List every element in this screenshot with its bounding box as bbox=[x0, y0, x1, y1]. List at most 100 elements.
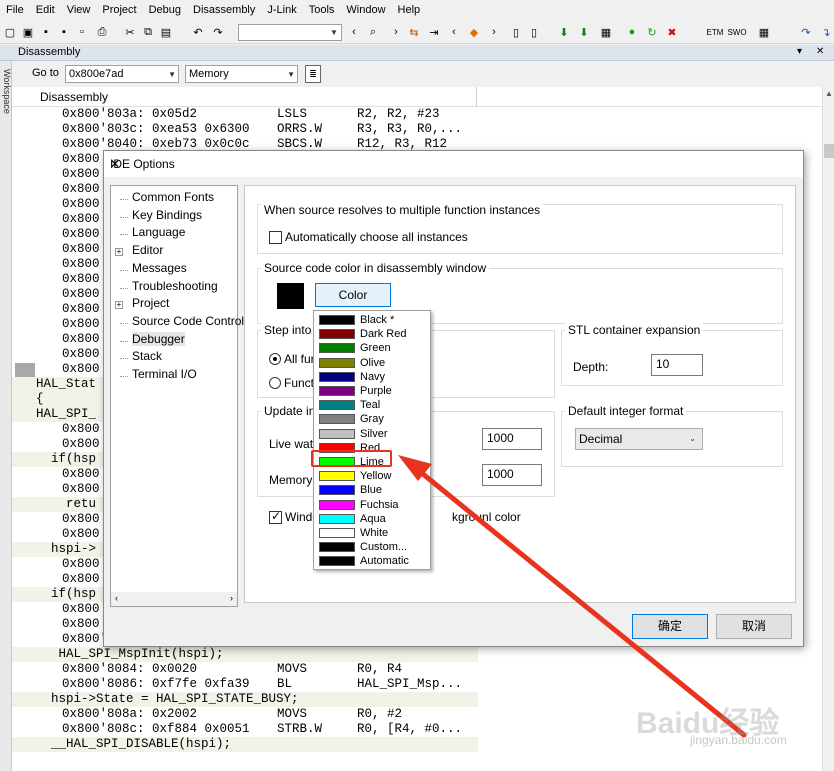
goto-line-icon[interactable]: ⇥ bbox=[426, 24, 442, 40]
chevron-down-icon[interactable]: ▼ bbox=[168, 68, 176, 82]
window-close-icon[interactable]: ✕ bbox=[816, 46, 824, 57]
source-line[interactable]: hspi->State = HAL_SPI_STATE_BUSY; bbox=[12, 692, 478, 707]
color-option[interactable]: Fuchsia bbox=[314, 498, 430, 512]
tree-item[interactable]: Debugger bbox=[132, 331, 185, 346]
save-all-icon[interactable]: ▪ bbox=[56, 24, 72, 40]
menu-item[interactable]: J-Link bbox=[261, 0, 302, 20]
next-tab-icon[interactable]: ▯ bbox=[526, 24, 542, 40]
tree-item[interactable]: Key Bindings bbox=[132, 208, 202, 222]
color-option[interactable]: Black * bbox=[314, 313, 430, 327]
color-option[interactable]: Silver bbox=[314, 427, 430, 441]
cut-icon[interactable]: ✂ bbox=[122, 24, 138, 40]
column-divider[interactable] bbox=[476, 87, 477, 107]
go-icon[interactable]: ● bbox=[624, 24, 640, 40]
toggle-bookmark-icon[interactable]: ◆ bbox=[466, 24, 482, 40]
menu-item[interactable]: Edit bbox=[30, 0, 61, 20]
source-line[interactable]: HAL_SPI_MspInit(hspi); bbox=[12, 647, 478, 662]
debug-download-icon[interactable]: ⬇ bbox=[576, 24, 592, 40]
color-option[interactable]: Navy bbox=[314, 370, 430, 384]
open-icon[interactable]: ▣ bbox=[20, 24, 36, 40]
tree-horizontal-scrollbar[interactable]: ‹ › bbox=[111, 592, 237, 606]
scroll-left-icon[interactable]: ‹ bbox=[115, 593, 118, 603]
options-icon[interactable]: ▦ bbox=[598, 24, 614, 40]
menu-item[interactable]: Debug bbox=[143, 0, 187, 20]
chevron-down-icon[interactable]: ⌄ bbox=[689, 434, 696, 443]
live-watch-input[interactable]: 1000 bbox=[482, 428, 542, 450]
tree-item[interactable]: Messages bbox=[132, 261, 187, 275]
memory-select[interactable]: Memory ▼ bbox=[185, 65, 298, 83]
menu-item[interactable]: Window bbox=[340, 0, 391, 20]
next-bookmark-icon[interactable]: › bbox=[486, 24, 502, 40]
color-option[interactable]: Custom... bbox=[314, 540, 430, 554]
copy-icon[interactable]: ⧉ bbox=[140, 24, 156, 40]
expand-icon[interactable]: + bbox=[115, 248, 123, 257]
ok-button[interactable]: 确定 bbox=[632, 614, 708, 639]
window-menu-icon[interactable]: ▾ bbox=[797, 46, 802, 57]
source-line[interactable]: __HAL_SPI_DISABLE(hspi); bbox=[12, 737, 478, 752]
color-option[interactable]: Aqua bbox=[314, 512, 430, 526]
tree-item[interactable]: Troubleshooting bbox=[132, 279, 218, 293]
tree-item[interactable]: Editor bbox=[132, 243, 163, 257]
workspace-side-tab[interactable]: Workspace bbox=[0, 61, 12, 771]
tree-item[interactable]: Common Fonts bbox=[132, 190, 214, 204]
scroll-thumb[interactable] bbox=[824, 144, 834, 158]
color-option[interactable]: Gray bbox=[314, 412, 430, 426]
download-icon[interactable]: ⬇ bbox=[556, 24, 572, 40]
replace-icon[interactable]: ⇆ bbox=[406, 24, 422, 40]
scroll-up-icon[interactable]: ▲ bbox=[823, 89, 834, 98]
prev-bookmark-icon[interactable]: ‹ bbox=[446, 24, 462, 40]
menu-item[interactable]: View bbox=[61, 0, 97, 20]
color-button[interactable]: Color bbox=[315, 283, 391, 307]
vertical-scrollbar[interactable]: ▲ bbox=[822, 87, 834, 771]
memory-update-input[interactable]: 1000 bbox=[482, 464, 542, 486]
expand-icon[interactable]: + bbox=[115, 301, 123, 310]
close-icon[interactable]: ✕ bbox=[110, 157, 795, 171]
step-over-icon[interactable]: ↷ bbox=[798, 24, 814, 40]
color-option[interactable]: Green bbox=[314, 341, 430, 355]
tree-item[interactable]: Terminal I/O bbox=[132, 367, 197, 381]
windows-icon[interactable]: ▦ bbox=[756, 24, 772, 40]
prev-tab-icon[interactable]: ▯ bbox=[508, 24, 524, 40]
menu-item[interactable]: File bbox=[0, 0, 30, 20]
swo-icon[interactable]: SWO bbox=[726, 24, 748, 40]
stop-icon[interactable]: ✖ bbox=[664, 24, 680, 40]
step-into-icon[interactable]: ↴ bbox=[818, 24, 834, 40]
undo-icon[interactable]: ↶ bbox=[190, 24, 206, 40]
print-icon[interactable]: ⎙ bbox=[94, 24, 110, 40]
tree-item[interactable]: Stack bbox=[132, 349, 162, 363]
cancel-button[interactable]: 取消 bbox=[716, 614, 792, 639]
color-option[interactable]: Blue bbox=[314, 483, 430, 497]
functions-radio[interactable] bbox=[269, 377, 281, 389]
new-file-icon[interactable]: ▢ bbox=[2, 24, 18, 40]
all-functions-radio[interactable] bbox=[269, 353, 281, 365]
color-option[interactable]: Dark Red bbox=[314, 327, 430, 341]
goto-input[interactable]: 0x800e7ad ▼ bbox=[65, 65, 179, 83]
color-option[interactable]: Teal bbox=[314, 398, 430, 412]
color-option[interactable]: Yellow bbox=[314, 469, 430, 483]
chevron-down-icon[interactable]: ▼ bbox=[327, 25, 341, 40]
depth-input[interactable]: 10 bbox=[651, 354, 703, 376]
scroll-right-icon[interactable]: › bbox=[230, 593, 233, 603]
forward-icon[interactable]: › bbox=[388, 24, 404, 40]
find-icon[interactable]: ⌕ bbox=[365, 24, 381, 40]
menu-item[interactable]: Tools bbox=[303, 0, 341, 20]
goto-button[interactable]: ≣ bbox=[305, 65, 321, 83]
reset-icon[interactable]: ↻ bbox=[644, 24, 660, 40]
save-icon[interactable]: ▪ bbox=[38, 24, 54, 40]
color-option[interactable]: Olive bbox=[314, 356, 430, 370]
color-option[interactable]: Automatic bbox=[314, 554, 430, 568]
search-combo[interactable]: ▼ bbox=[238, 24, 342, 41]
color-option[interactable]: Purple bbox=[314, 384, 430, 398]
color-option[interactable]: White bbox=[314, 526, 430, 540]
tree-item[interactable]: Language bbox=[132, 225, 185, 239]
back-icon[interactable]: ‹ bbox=[346, 24, 362, 40]
close-file-icon[interactable]: ▫ bbox=[74, 24, 90, 40]
menu-item[interactable]: Project bbox=[96, 0, 142, 20]
etm-icon[interactable]: ETM bbox=[704, 24, 726, 40]
tree-item[interactable]: Source Code Control bbox=[132, 314, 244, 328]
paste-icon[interactable]: ▤ bbox=[158, 24, 174, 40]
menu-item[interactable]: Disassembly bbox=[187, 0, 261, 20]
integer-format-select[interactable]: Decimal ⌄ bbox=[575, 428, 703, 450]
menu-item[interactable]: Help bbox=[392, 0, 427, 20]
window-background-checkbox[interactable] bbox=[269, 509, 282, 524]
